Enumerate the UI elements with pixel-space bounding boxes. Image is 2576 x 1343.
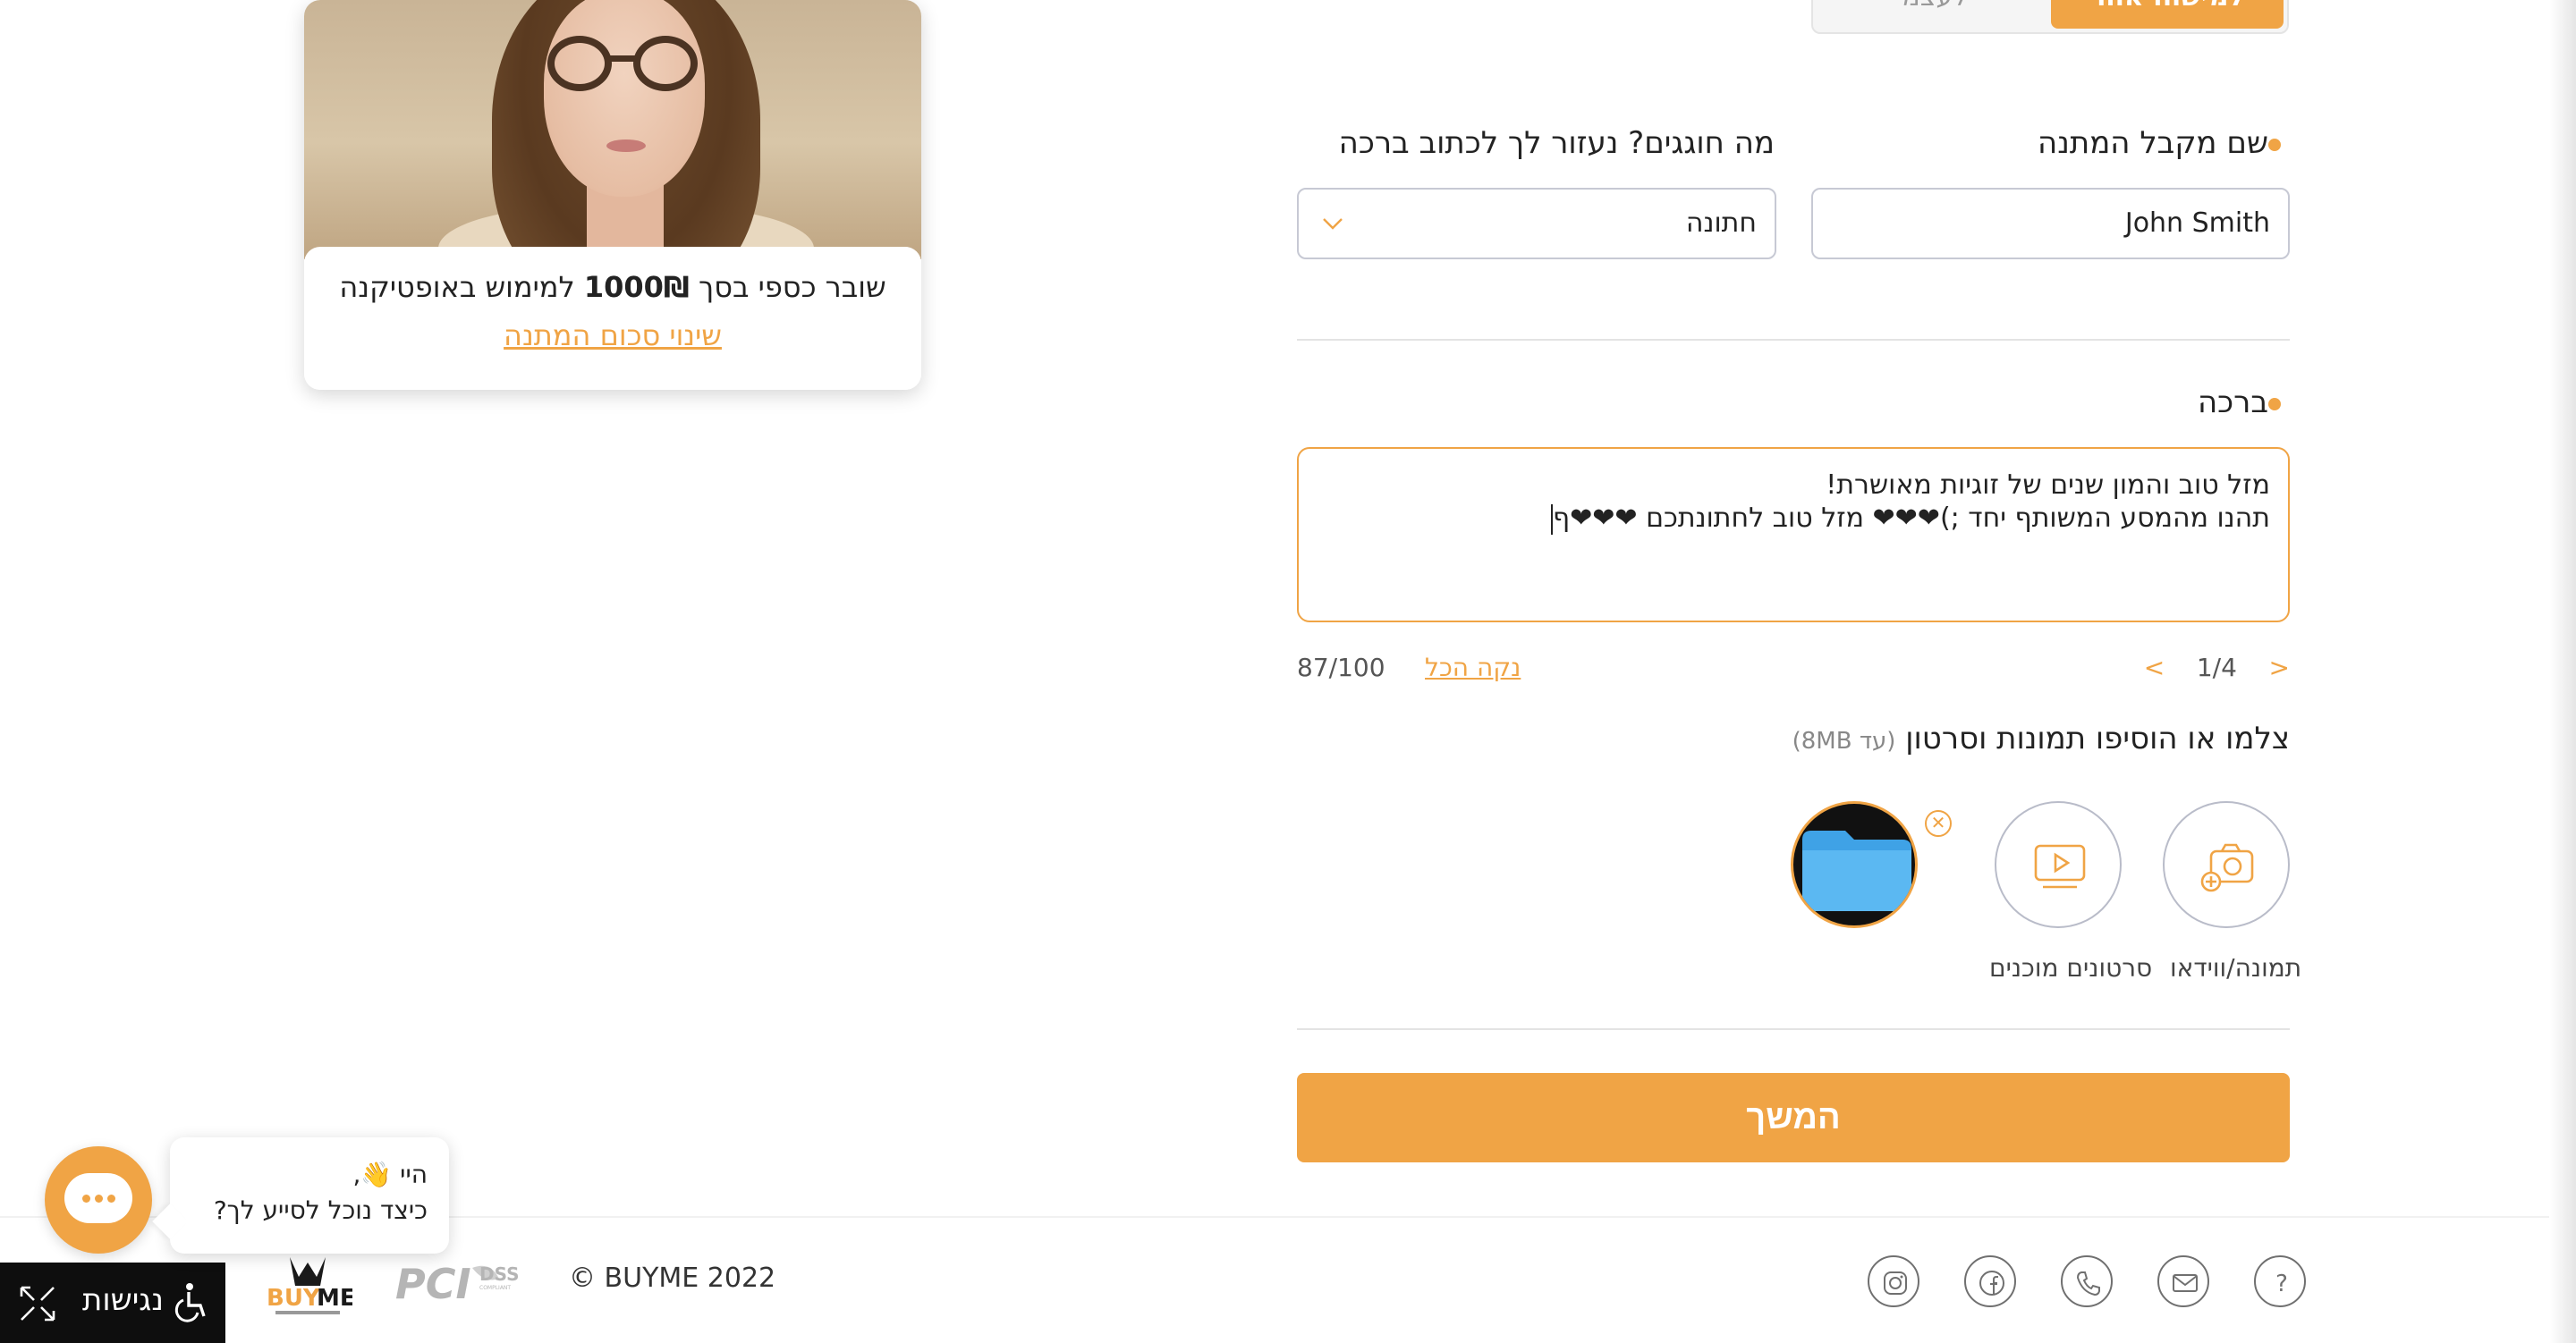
- char-counter: 87/100: [1297, 653, 1385, 682]
- occasion-value: חתונה: [1685, 207, 1757, 239]
- accessibility-label: נגישות: [82, 1282, 164, 1318]
- uploaded-media-thumbnail[interactable]: [1791, 801, 1918, 928]
- voucher-prefix: שובר כספי בסך: [689, 270, 886, 304]
- voucher-amount: 1000₪: [583, 270, 690, 304]
- clear-all-link[interactable]: נקה הכל: [1425, 653, 1521, 682]
- greeting-line-2: תהנו מהמסע המשותף יחד ;)❤❤❤ מזל טוב לחתו…: [1550, 503, 2270, 535]
- recipient-name-input[interactable]: John Smith: [1811, 188, 2290, 259]
- chat-greeting-line-2: כיצד נוכל לסייע לך?: [213, 1195, 428, 1225]
- tab-for-other[interactable]: למישהו אחר: [2051, 0, 2284, 29]
- media-section-title: צלמו או הוסיפו תמונות וסרטון (עד 8MB): [1792, 721, 2290, 756]
- media-size-hint: (עד 8MB): [1792, 728, 1896, 755]
- voucher-suffix: למימוש באופטיקנה: [339, 270, 584, 304]
- greeting-tools: 87/100 נקה הכל: [1297, 653, 1521, 682]
- greeting-label: ברכה: [2198, 384, 2290, 420]
- camera-plus-icon: [2200, 843, 2254, 892]
- media-title-text: צלמו או הוסיפו תמונות וסרטון: [1905, 721, 2290, 756]
- recipient-label: שם מקבל המתנה: [2038, 125, 2290, 161]
- expand-icon: [20, 1286, 55, 1322]
- pager-next-button[interactable]: >: [2269, 653, 2290, 682]
- required-dot: [2268, 138, 2281, 151]
- product-card: שובר כספי בסך 1000₪ למימוש באופטיקנה שינ…: [304, 0, 921, 390]
- svg-text:?: ?: [2275, 1271, 2288, 1297]
- greeting-textarea[interactable]: מזל טוב והמון שנים של זוגיות מאושרת! תהנ…: [1297, 447, 2290, 622]
- ready-videos-label: סרטונים מוכנים: [1989, 953, 2153, 983]
- svg-text:COMPLIANT: COMPLIANT: [479, 1285, 511, 1291]
- phone-icon[interactable]: [2061, 1255, 2113, 1307]
- pager-indicator: 1/4: [2196, 653, 2237, 682]
- voucher-description: שובר כספי בסך 1000₪ למימוש באופטיקנה: [304, 270, 921, 304]
- divider: [1297, 1028, 2290, 1030]
- continue-button[interactable]: המשך: [1297, 1073, 2290, 1162]
- svg-text:BUY: BUY: [267, 1285, 321, 1312]
- remove-media-button[interactable]: ✕: [1925, 810, 1952, 837]
- greeting-pager: < 1/4 >: [2144, 653, 2290, 682]
- required-dot: [2268, 397, 2281, 410]
- occasion-label: מה חוגגים? נעזור לך לכתוב ברכה: [1338, 125, 1775, 161]
- chat-greeting-line-1: היי 👋,: [352, 1160, 428, 1189]
- buyme-logo: BUY ME: [267, 1257, 352, 1314]
- accessibility-button[interactable]: נגישות: [0, 1263, 225, 1343]
- help-icon[interactable]: ?: [2254, 1255, 2306, 1307]
- product-card-body: שובר כספי בסך 1000₪ למימוש באופטיקנה שינ…: [304, 247, 921, 390]
- pager-prev-button[interactable]: <: [2144, 653, 2165, 682]
- recipient-type-tabs: לעצמי למישהו אחר: [1811, 0, 2289, 34]
- email-icon[interactable]: [2157, 1255, 2209, 1307]
- chevron-down-icon: [1323, 218, 1343, 230]
- chat-bubble-icon: [64, 1173, 132, 1223]
- folder-icon: [1802, 831, 1911, 911]
- change-amount-link[interactable]: שינוי סכום המתנה: [504, 318, 722, 352]
- chat-greeting-popup[interactable]: היי 👋, כיצד נוכל לסייע לך?: [170, 1137, 449, 1254]
- svg-text:ME: ME: [317, 1285, 352, 1312]
- video-player-icon: [2034, 844, 2086, 889]
- product-image: [304, 0, 921, 259]
- facebook-icon[interactable]: [1964, 1255, 2016, 1307]
- add-photo-video-button[interactable]: [2163, 801, 2290, 928]
- pci-dss-logo: PCI DSS COMPLIANT: [395, 1260, 520, 1307]
- svg-text:PCI: PCI: [395, 1260, 471, 1307]
- instagram-icon[interactable]: [1868, 1255, 1919, 1307]
- media-photo-label: תמונה/ווידאו: [2170, 953, 2302, 983]
- svg-text:DSS: DSS: [479, 1263, 520, 1285]
- divider: [1297, 339, 2290, 341]
- copyright-text: © BUYME 2022: [569, 1263, 776, 1294]
- tab-for-self[interactable]: לעצמי: [1813, 0, 2051, 32]
- wheelchair-icon: [174, 1283, 206, 1322]
- occasion-select[interactable]: חתונה: [1297, 188, 1776, 259]
- greeting-line-1: מזל טוב והמון שנים של זוגיות מאושרת!: [1826, 469, 2270, 501]
- ready-videos-button[interactable]: [1995, 801, 2122, 928]
- chat-button[interactable]: [45, 1146, 152, 1254]
- scrollbar-shadow: [2549, 0, 2576, 1343]
